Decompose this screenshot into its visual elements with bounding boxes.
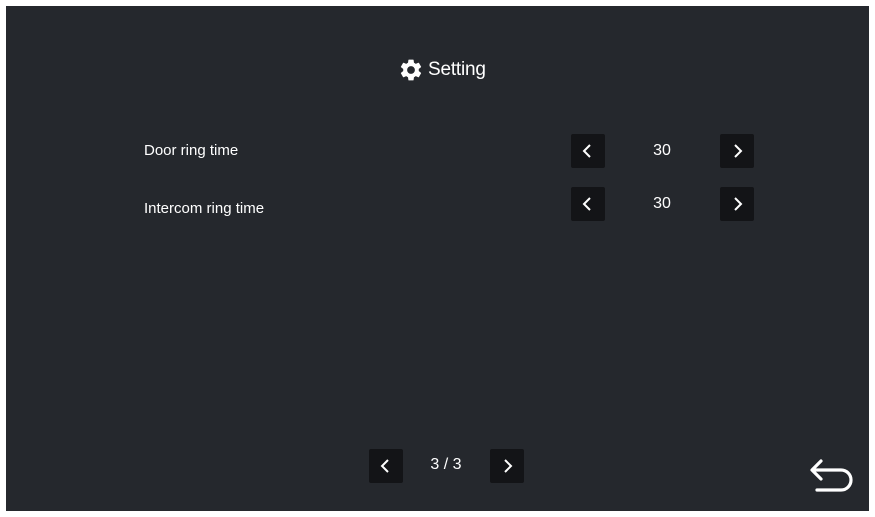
door-ring-time-decrease-button[interactable] <box>571 134 605 168</box>
chevron-left-icon <box>581 196 595 212</box>
next-page-button[interactable] <box>490 449 524 483</box>
chevron-left-icon <box>581 143 595 159</box>
settings-screen: Setting Door ring time 30 Intercom ring … <box>6 6 869 511</box>
previous-page-button[interactable] <box>369 449 403 483</box>
intercom-ring-time-value: 30 <box>653 195 671 212</box>
door-ring-time-label: Door ring time <box>144 142 239 159</box>
intercom-ring-time-decrease-button[interactable] <box>571 187 605 221</box>
chevron-left-icon <box>379 458 393 474</box>
intercom-ring-time-label: Intercom ring time <box>144 200 265 217</box>
chevron-right-icon <box>730 196 744 212</box>
return-arrow-icon <box>807 455 857 500</box>
intercom-ring-time-increase-button[interactable] <box>720 187 754 221</box>
chevron-right-icon <box>730 143 744 159</box>
page-indicator: 3 / 3 <box>430 456 462 473</box>
door-ring-time-increase-button[interactable] <box>720 134 754 168</box>
gear-icon <box>398 57 424 83</box>
back-button[interactable] <box>806 456 858 498</box>
chevron-right-icon <box>500 458 514 474</box>
door-ring-time-value: 30 <box>653 142 671 159</box>
page-title: Setting <box>398 56 486 84</box>
page-title-text: Setting <box>428 59 486 80</box>
